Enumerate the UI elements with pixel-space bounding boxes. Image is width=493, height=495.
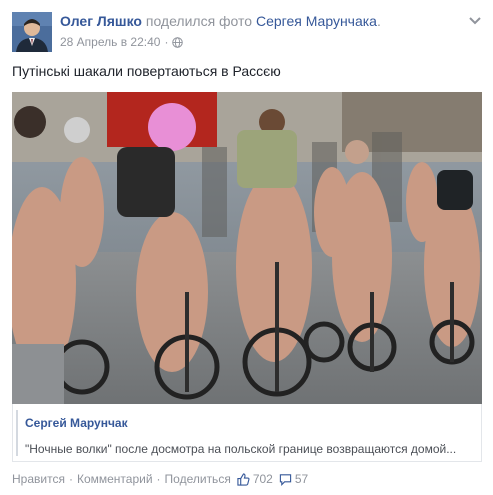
share-link[interactable]: Поделиться: [165, 472, 231, 486]
preview-accent-bar: [16, 410, 18, 456]
shared-preview-author[interactable]: Сергей Марунчак: [25, 416, 128, 430]
feed-post: Олег Ляшко поделился фото Сергея Марунча…: [0, 0, 493, 495]
meta-separator: ·: [164, 35, 169, 49]
globe-icon[interactable]: [172, 36, 184, 48]
post-meta: 28 Апрель в 22:40 ·: [60, 35, 184, 49]
chevron-down-icon[interactable]: [468, 16, 482, 26]
comment-bubble-icon: [279, 473, 292, 486]
comments-count-value: 57: [294, 472, 309, 486]
post-author-line: Олег Ляшко поделился фото Сергея Марунча…: [60, 13, 381, 29]
actions-separator: ·: [156, 472, 161, 486]
shared-suffix: .: [376, 13, 381, 29]
post-actions: Нравится · Комментарий · Поделиться 702 …: [12, 472, 308, 486]
author-avatar[interactable]: [12, 12, 52, 52]
likes-count[interactable]: 702: [237, 472, 273, 486]
author-name-link[interactable]: Олег Ляшко: [60, 13, 142, 29]
shared-owner-link[interactable]: Сергея Марунчака: [256, 13, 377, 29]
shared-photo[interactable]: [12, 92, 482, 404]
photo-illustration: [12, 92, 482, 404]
comments-count[interactable]: 57: [279, 472, 308, 486]
likes-count-value: 702: [252, 472, 273, 486]
like-link[interactable]: Нравится: [12, 472, 65, 486]
avatar-photo: [12, 12, 52, 52]
thumbs-up-icon: [237, 472, 250, 486]
post-date-link[interactable]: 28 Апрель в 22:40: [60, 35, 160, 49]
shared-preview-quote: "Ночные волки" после досмотра на польско…: [25, 442, 457, 456]
shared-preview[interactable]: Сергей Марунчак "Ночные волки" после дос…: [12, 404, 482, 462]
post-header: Олег Ляшко поделился фото Сергея Марунча…: [12, 12, 482, 54]
post-message: Путінські шакали повертаються в Рассєю: [12, 63, 281, 79]
comment-link[interactable]: Комментарий: [77, 472, 153, 486]
shared-action-text: поделился фото: [141, 13, 256, 29]
actions-separator: ·: [68, 472, 73, 486]
